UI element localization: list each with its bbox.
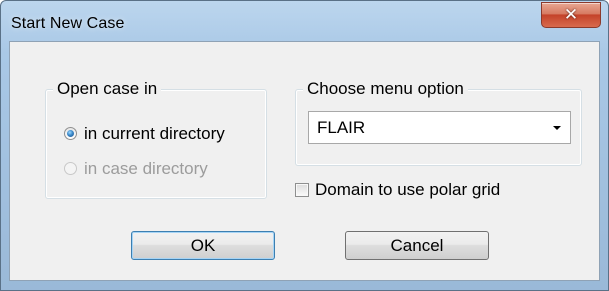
menu-option-legend: Choose menu option bbox=[303, 78, 468, 100]
window-title: Start New Case bbox=[11, 15, 125, 32]
radio-button-disabled bbox=[64, 162, 77, 175]
dropdown-arrow-icon[interactable] bbox=[553, 126, 561, 130]
ok-button[interactable]: OK bbox=[131, 231, 275, 260]
radio-label-current-directory: in current directory bbox=[84, 124, 225, 143]
dialog-client-area: Open case in in current directory in cas… bbox=[9, 41, 600, 281]
radio-label-case-directory: in case directory bbox=[84, 159, 208, 178]
menu-option-select[interactable]: FLAIR bbox=[308, 111, 571, 144]
polar-grid-label: Domain to use polar grid bbox=[315, 180, 501, 199]
open-case-legend: Open case in bbox=[53, 78, 162, 100]
radio-button-checked[interactable] bbox=[64, 127, 77, 140]
start-new-case-window: Start New Case ✕ Open case in in current… bbox=[0, 0, 609, 291]
menu-option-groupbox: Choose menu option FLAIR bbox=[295, 78, 582, 166]
close-button[interactable]: ✕ bbox=[541, 2, 601, 28]
menu-option-value: FLAIR bbox=[317, 118, 366, 137]
title-bar[interactable]: Start New Case ✕ bbox=[1, 1, 608, 41]
polar-grid-checkbox[interactable] bbox=[295, 183, 309, 197]
close-icon: ✕ bbox=[563, 5, 579, 25]
cancel-button[interactable]: Cancel bbox=[345, 231, 489, 260]
open-case-groupbox: Open case in in current directory in cas… bbox=[45, 78, 267, 199]
